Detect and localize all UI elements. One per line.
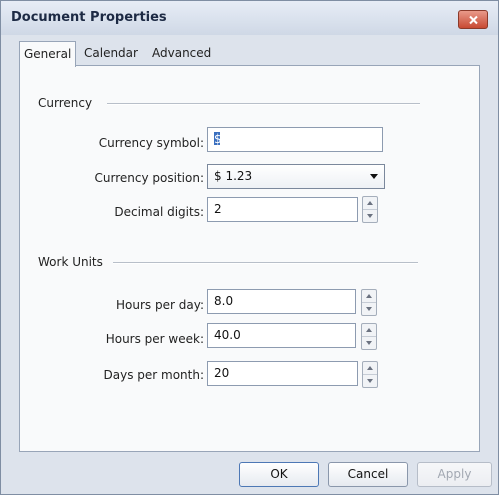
- hours-per-day-down-button[interactable]: [362, 303, 376, 315]
- days-per-month-value: 20: [214, 366, 230, 380]
- currency-group-divider: [107, 103, 420, 105]
- decimal-digits-label: Decimal digits:: [114, 205, 204, 219]
- tab-advanced[interactable]: Advanced: [148, 42, 215, 64]
- cancel-button[interactable]: Cancel: [328, 462, 408, 487]
- hours-per-week-down-button[interactable]: [362, 337, 376, 349]
- arrow-up-icon: [366, 294, 372, 298]
- arrow-down-icon: [366, 341, 372, 345]
- days-per-month-down-button[interactable]: [363, 375, 377, 387]
- document-properties-dialog: Document Properties General Calendar Adv…: [0, 0, 499, 495]
- hours-per-week-label: Hours per week:: [105, 332, 204, 346]
- hours-per-week-up-button[interactable]: [362, 324, 376, 337]
- currency-symbol-value: $: [214, 132, 222, 146]
- currency-symbol-input[interactable]: $: [207, 127, 383, 152]
- hours-per-day-up-button[interactable]: [362, 290, 376, 303]
- currency-group-label: Currency: [38, 96, 93, 110]
- tab-general[interactable]: General: [19, 41, 77, 67]
- close-button[interactable]: [458, 10, 488, 29]
- apply-button[interactable]: Apply: [417, 462, 492, 487]
- currency-symbol-label: Currency symbol:: [98, 136, 204, 150]
- general-tab-panel: Currency Currency symbol: $ Currency pos…: [19, 65, 480, 452]
- arrow-down-icon: [366, 307, 372, 311]
- hours-per-day-value: 8.0: [214, 294, 234, 308]
- days-per-month-input[interactable]: 20: [207, 361, 358, 386]
- arrow-up-icon: [366, 328, 372, 332]
- chevron-down-icon: [370, 174, 378, 179]
- days-per-month-up-button[interactable]: [363, 362, 377, 375]
- hours-per-week-value: 40.0: [214, 328, 241, 342]
- hours-per-week-input[interactable]: 40.0: [207, 323, 356, 348]
- arrow-down-icon: [367, 379, 373, 383]
- arrow-up-icon: [367, 201, 373, 205]
- work-units-group-label: Work Units: [38, 255, 103, 269]
- days-per-month-spinner[interactable]: [362, 361, 378, 388]
- arrow-down-icon: [367, 214, 373, 218]
- decimal-digits-input[interactable]: 2: [207, 197, 358, 222]
- work-units-group-divider: [113, 262, 418, 264]
- decimal-digits-up-button[interactable]: [363, 197, 377, 210]
- decimal-digits-down-button[interactable]: [363, 210, 377, 222]
- currency-position-label: Currency position:: [94, 171, 204, 185]
- window-title: Document Properties: [11, 10, 167, 25]
- close-icon: [468, 15, 478, 24]
- title-bar: Document Properties: [1, 1, 498, 35]
- hours-per-week-spinner[interactable]: [361, 323, 377, 350]
- hours-per-day-spinner[interactable]: [361, 289, 377, 316]
- hours-per-day-label: Hours per day:: [116, 298, 204, 312]
- arrow-up-icon: [367, 366, 373, 370]
- decimal-digits-spinner[interactable]: [362, 196, 378, 223]
- currency-position-select[interactable]: $ 1.23: [207, 164, 385, 189]
- days-per-month-label: Days per month:: [103, 368, 205, 382]
- tab-calendar[interactable]: Calendar: [80, 42, 142, 64]
- currency-position-value: $ 1.23: [214, 169, 253, 183]
- ok-button[interactable]: OK: [239, 462, 319, 487]
- hours-per-day-input[interactable]: 8.0: [207, 289, 356, 314]
- decimal-digits-value: 2: [214, 202, 222, 216]
